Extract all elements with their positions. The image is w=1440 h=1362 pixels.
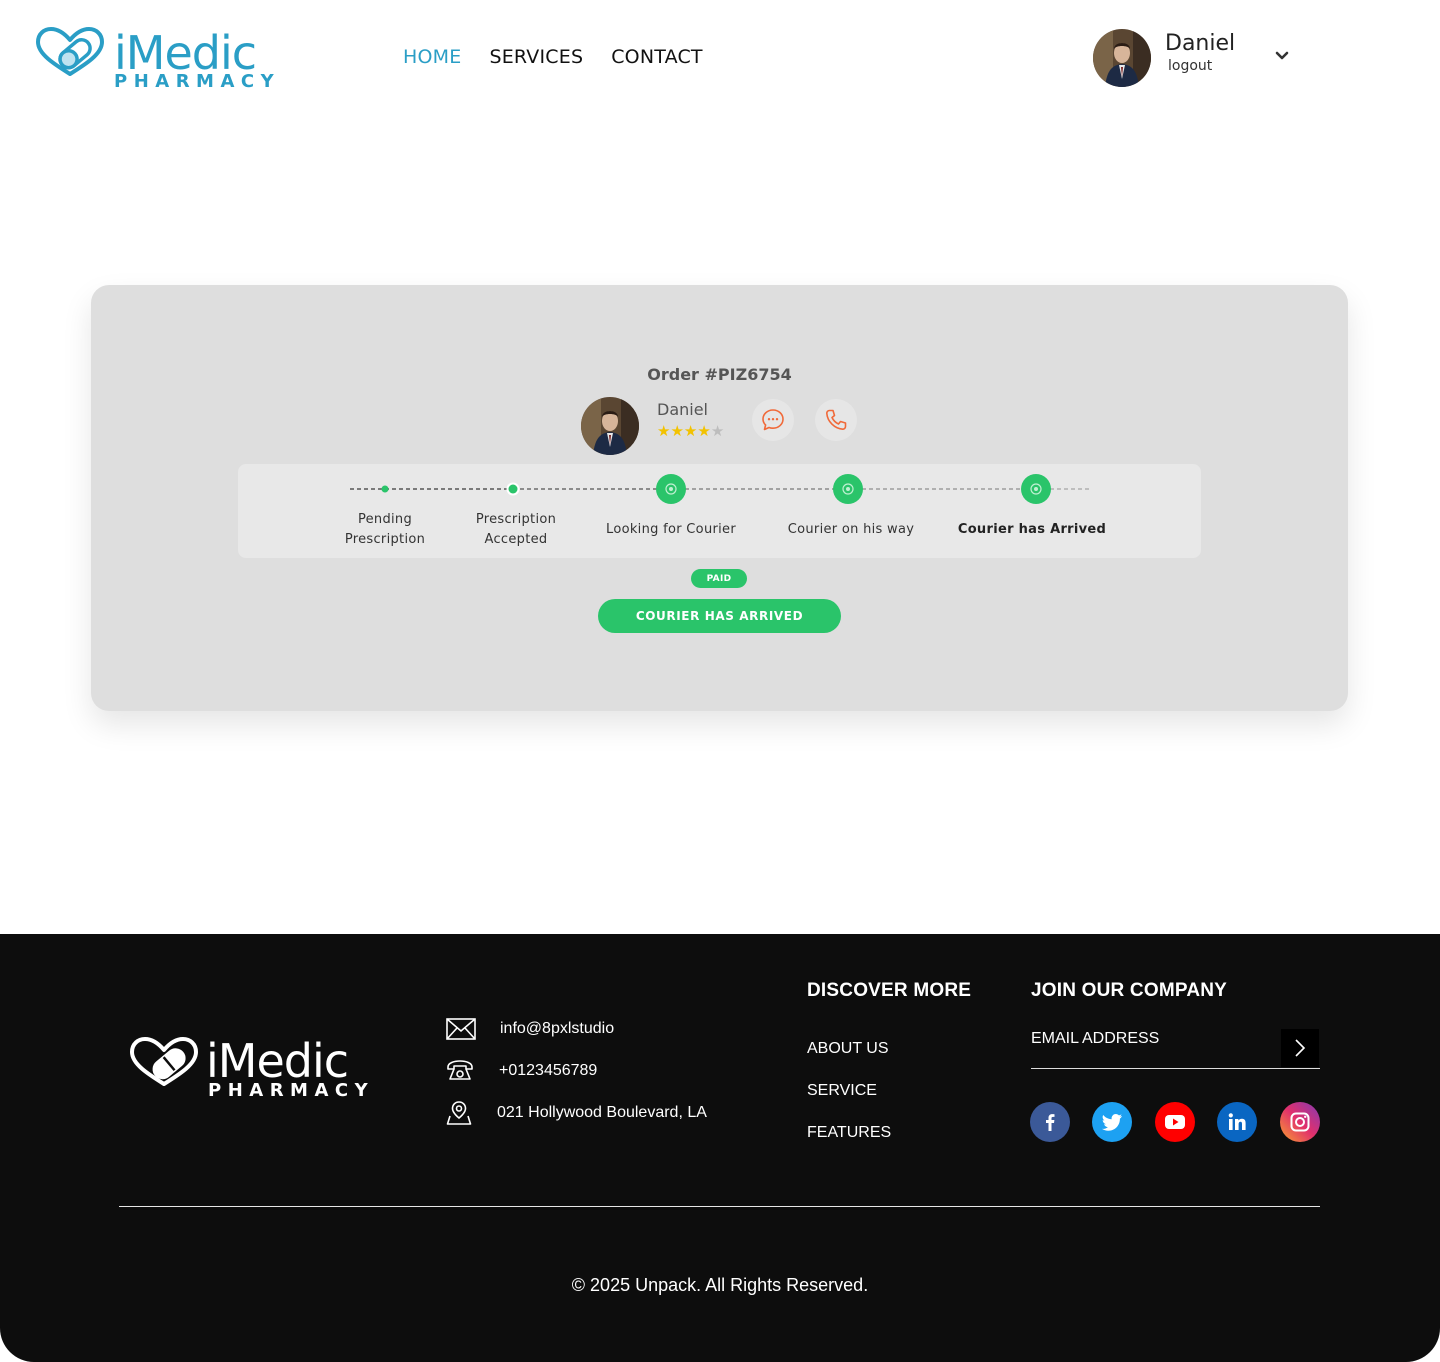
telephone-icon (447, 1060, 473, 1080)
step-label: Prescription (344, 532, 426, 547)
linkedin-icon (1228, 1113, 1246, 1130)
step-courier-arrived: Courier has Arrived (942, 520, 1122, 540)
step-label: Accepted (484, 532, 548, 547)
user-avatar[interactable] (1093, 29, 1151, 87)
star-icon: ★ (710, 423, 725, 440)
location-pin-icon (446, 1101, 472, 1125)
footer-address: 021 Hollywood Boulevard, LA (446, 1100, 707, 1126)
twitter-icon (1102, 1114, 1122, 1131)
site-header: iMedic PHARMACY HOME SERVICES CONTACT Da… (0, 0, 1440, 116)
footer-phone[interactable]: +0123456789 (446, 1059, 597, 1083)
logout-link[interactable]: logout (1168, 58, 1212, 74)
call-courier-button[interactable] (815, 399, 857, 441)
twitter-button[interactable] (1092, 1102, 1132, 1142)
step-pending-prescription: Pending Prescription (325, 510, 445, 550)
instagram-icon (1290, 1112, 1310, 1132)
step-dot-icon (381, 485, 389, 493)
footer-link-about-us[interactable]: ABOUT US (807, 1040, 889, 1058)
newsletter-email-input[interactable]: EMAIL ADDRESS (1031, 1030, 1159, 1048)
chat-icon (762, 409, 784, 431)
message-courier-button[interactable] (752, 399, 794, 441)
youtube-button[interactable] (1155, 1102, 1195, 1142)
star-icon: ★ (683, 423, 698, 440)
footer-link-service[interactable]: SERVICE (807, 1082, 877, 1100)
footer-link-features[interactable]: FEATURES (807, 1124, 891, 1142)
step-label: Courier on his way (787, 522, 915, 537)
copyright-text: © 2025 Unpack. All Rights Reserved. (571, 1275, 869, 1295)
step-looking-for-courier: Looking for Courier (586, 520, 756, 540)
star-icon: ★ (657, 423, 671, 440)
step-prescription-accepted: Prescription Accepted (456, 510, 576, 550)
nav-services[interactable]: SERVICES (489, 46, 583, 68)
footer-address-text: 021 Hollywood Boulevard, LA (497, 1104, 707, 1121)
order-progress-tracker: Pending Prescription Prescription Accept… (238, 464, 1201, 558)
youtube-icon (1165, 1115, 1185, 1129)
step-label: Prescription (475, 512, 557, 527)
footer-email[interactable]: info@8pxlstudio (446, 1018, 614, 1040)
chevron-right-icon (1295, 1039, 1306, 1057)
star-icon: ★ (697, 423, 711, 440)
nav-home[interactable]: HOME (403, 46, 461, 68)
brand-tagline: PHARMACY (114, 71, 281, 92)
main-nav: HOME SERVICES CONTACT (403, 46, 703, 68)
step-label: Pending (357, 512, 413, 527)
brand-logo[interactable]: iMedic PHARMACY (34, 26, 294, 94)
discover-heading: DISCOVER MORE (807, 980, 972, 1001)
step-courier-on-way: Courier on his way (766, 520, 936, 540)
step-check-icon (656, 474, 686, 504)
order-status-button[interactable]: COURIER HAS ARRIVED (598, 599, 841, 633)
facebook-icon (1046, 1114, 1055, 1131)
footer-divider (119, 1206, 1320, 1207)
newsletter-submit-button[interactable] (1281, 1029, 1319, 1067)
user-name: Daniel (1165, 31, 1236, 56)
order-title: Order #PIZ6754 (647, 365, 792, 384)
linkedin-button[interactable] (1217, 1102, 1257, 1142)
user-menu[interactable]: Daniel logout (1093, 29, 1293, 87)
footer-brand-tagline: PHARMACY (208, 1080, 375, 1101)
courier-name: Daniel (657, 400, 708, 419)
newsletter-input-underline (1031, 1068, 1320, 1069)
courier-avatar (581, 397, 639, 455)
order-tracking-card: Order #PIZ6754 Daniel ★★★★★ Pending Pres… (91, 285, 1348, 711)
nav-contact[interactable]: CONTACT (611, 46, 703, 68)
mail-icon (446, 1018, 476, 1040)
courier-rating: ★★★★★ (657, 422, 724, 440)
instagram-button[interactable] (1280, 1102, 1320, 1142)
pill-heart-icon (130, 1037, 198, 1086)
step-label: Courier has Arrived (957, 522, 1107, 537)
footer-phone-text: +0123456789 (499, 1062, 598, 1079)
step-label: Looking for Courier (606, 522, 736, 537)
site-footer: iMedic PHARMACY info@8pxlstudio +0123456… (0, 934, 1440, 1362)
payment-status-badge: PAID (691, 569, 747, 588)
footer-logo[interactable]: iMedic PHARMACY (128, 1034, 388, 1104)
phone-icon (826, 409, 847, 430)
facebook-button[interactable] (1030, 1102, 1070, 1142)
step-check-icon (1021, 474, 1051, 504)
step-check-icon (833, 474, 863, 504)
footer-email-text: info@8pxlstudio (500, 1020, 615, 1037)
star-icon: ★ (670, 423, 684, 440)
pill-heart-icon (36, 27, 104, 76)
join-heading: JOIN OUR COMPANY (1031, 980, 1228, 1001)
chevron-down-icon[interactable] (1273, 47, 1291, 65)
